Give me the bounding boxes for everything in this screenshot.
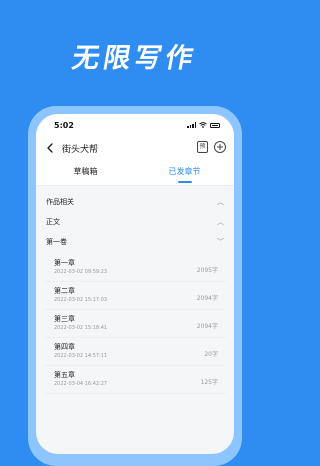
chapter-date: 2022-03-02 09:59:23 (54, 269, 108, 275)
chapter-title: 第五章 (54, 371, 75, 379)
chapter-word-count: 125字 (200, 379, 218, 386)
chapter-date: 2022-03-02 15:17:03 (54, 297, 108, 303)
add-chapter-icon[interactable] (214, 141, 226, 153)
chapter-word-count: 2094字 (196, 295, 218, 302)
promo-title: 无限写作 (69, 43, 200, 74)
tab-bar: 草稿箱 已发章节 (36, 160, 234, 186)
chapter-row[interactable]: 第五章 2022-03-04 16:42:27 125字 (44, 366, 226, 394)
back-icon[interactable] (44, 142, 56, 154)
section-works-related[interactable]: 作品相关 ︿ (36, 192, 234, 212)
chapter-date: 2022-03-02 15:18:41 (54, 325, 108, 331)
status-icons (187, 122, 220, 128)
chapter-row[interactable]: 第四章 2022-03-02 14:57:11 20字 (44, 338, 226, 366)
chapter-word-count: 2095字 (196, 267, 218, 274)
tab-published[interactable]: 已发章节 (135, 160, 234, 185)
section-label: 第一卷 (46, 238, 67, 246)
chapter-title: 第三章 (54, 315, 75, 323)
chapter-list: 第一章 2022-03-02 09:59:23 2095字 第二章 2022-0… (36, 254, 234, 394)
battery-icon (210, 122, 220, 128)
section-volume-one[interactable]: 第一卷 ﹀ (36, 232, 234, 252)
chapter-row[interactable]: 第二章 2022-03-02 15:17:03 2094字 (44, 282, 226, 310)
chapter-title: 第一章 (54, 259, 75, 267)
chevron-up-icon: ︿ (217, 198, 224, 206)
section-label: 作品相关 (46, 198, 74, 206)
chapter-date: 2022-03-04 16:42:27 (54, 381, 108, 387)
book-title: 街头犬帮 (62, 144, 99, 155)
status-bar: 5:02 (36, 114, 234, 136)
chapter-title: 第二章 (54, 287, 75, 295)
tab-drafts[interactable]: 草稿箱 (36, 160, 135, 185)
section-label: 正文 (46, 218, 60, 226)
status-time: 5:02 (54, 120, 74, 130)
signal-icon (187, 122, 196, 128)
wifi-icon (199, 122, 207, 128)
chapter-date: 2022-03-02 14:57:11 (54, 353, 108, 359)
chapter-word-count: 2094字 (196, 323, 218, 330)
nav-bar: 街头犬帮 预 (36, 136, 234, 160)
chapter-word-count: 20字 (204, 351, 218, 358)
preview-icon[interactable]: 预 (197, 141, 208, 153)
chapter-row[interactable]: 第三章 2022-03-02 15:18:41 2094字 (44, 310, 226, 338)
app-screen: 5:02 街头犬帮 预 草稿箱 已发章节 作品相关 ︿ 正文 ︿ 第一卷 ﹀ 第… (36, 114, 234, 454)
nav-actions: 预 (197, 141, 226, 153)
chevron-up-icon: ︿ (217, 218, 224, 226)
chevron-down-icon: ﹀ (217, 238, 224, 246)
chapter-row[interactable]: 第一章 2022-03-02 09:59:23 2095字 (44, 254, 226, 282)
chapter-title: 第四章 (54, 343, 75, 351)
section-main-text[interactable]: 正文 ︿ (36, 212, 234, 232)
